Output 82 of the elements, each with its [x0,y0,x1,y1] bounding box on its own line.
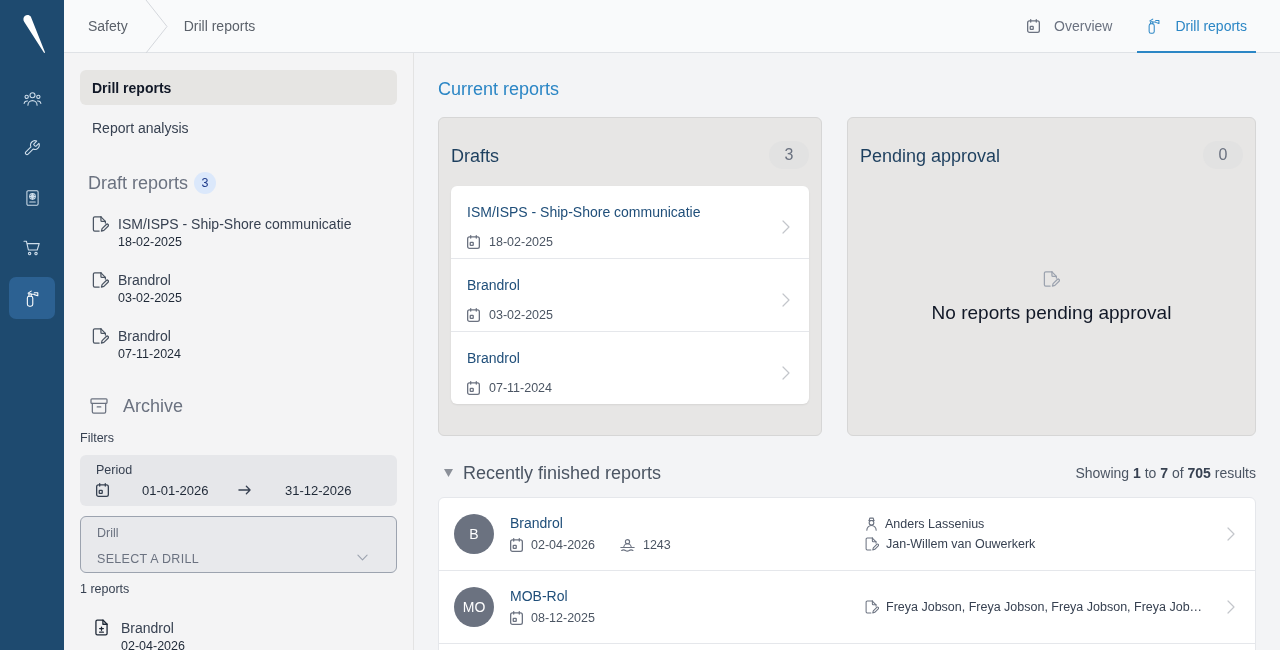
chevron-down-icon [357,553,368,561]
report-date: 03-02-2025 [489,307,553,322]
chevron-right-icon [782,365,790,380]
avatar: MO [454,587,494,627]
fire-extinguisher-icon [24,289,40,307]
cart-icon [23,240,41,256]
crew-count: 1243 [642,538,671,552]
arrow-right-icon [238,485,251,495]
results-summary: Showing 1 to 7 of 705 results [1075,465,1256,481]
collapse-toggle[interactable] [444,469,453,477]
tab[interactable]: Overview [1018,0,1122,53]
nav-item[interactable]: Report analysis [80,110,397,145]
person-name: Jan-Willem van Ouwerkerk [886,537,1036,551]
calendar-icon [467,307,480,322]
file-pencil-icon [92,272,109,288]
section-title: Recently finished reports [463,462,662,484]
avatar: B [454,514,494,554]
field-label: Period [96,462,133,478]
card-title: Pending approval [860,145,1001,167]
end-date: 31-12-2026 [285,482,352,498]
file-pencil-icon [92,216,109,232]
drill-select[interactable]: Drill SELECT A DRILL [80,516,397,573]
breadcrumb-link[interactable]: Drill reports [183,0,256,52]
report-title[interactable]: ISM/ISPS - Ship-Shore communicatie [467,203,701,229]
card-title: Drafts [451,145,499,167]
section-heading: Draft reports [88,172,189,194]
report-title[interactable]: Brandrol [121,619,174,637]
calendar-icon [467,380,480,395]
section-heading: Archive [123,395,184,417]
crew-icon [619,538,635,552]
report-date: 18-02-2025 [118,234,182,251]
chevron-right-icon [782,292,790,307]
report-title[interactable]: Brandrol [510,514,563,532]
report-title[interactable]: Brandrol [118,271,171,289]
section-title: Current reports [438,78,560,101]
rail-nav-button[interactable] [9,277,55,319]
document-icon [95,619,108,636]
drill-input[interactable]: SELECT A DRILL [97,550,207,567]
period-field[interactable]: Period 01-01-2026 31-12-2026 [80,455,397,506]
fire-extinguisher-icon [1146,17,1162,34]
person-name: Anders Lassenius [885,517,985,531]
report-title[interactable]: ISM/ISPS - Ship-Shore communicatie [118,215,352,233]
calendar-icon [467,234,480,249]
file-pencil-icon [865,600,879,614]
report-date: 07-11-2024 [489,380,552,395]
file-pencil-icon [92,328,109,344]
empty-message: No reports pending approval [931,301,1172,325]
passport-icon [25,190,39,206]
report-title[interactable]: Brandrol [118,327,171,345]
report-date: 02-04-2026 [531,538,595,552]
report-date: 18-02-2025 [489,234,553,249]
report-title[interactable]: Brandrol [467,349,520,375]
archive-box-icon [90,398,108,414]
report-date: 02-04-2026 [121,638,185,650]
person-cap-icon [865,517,878,531]
calendar-icon [1027,18,1041,33]
calendar-icon [96,483,109,497]
count-pill: 0 [1203,141,1243,169]
count-pill: 3 [769,141,809,169]
calendar-icon [510,611,523,625]
report-date: 07-11-2024 [118,346,181,363]
wrench-icon [24,140,40,156]
start-date: 01-01-2026 [142,482,209,498]
person-name: Freya Jobson, Freya Jobson, Freya Jobson, Freya Job… [886,600,1203,614]
report-date: 08-12-2025 [531,611,595,625]
chevron-right-icon [1227,527,1235,541]
nav-item[interactable]: Drill reports [80,70,397,105]
calendar-icon [510,538,523,552]
people-icon [22,90,42,106]
chevron-right-icon [1227,600,1235,614]
count-badge: 3 [194,172,217,194]
breadcrumb-link[interactable]: Safety [88,0,128,52]
result-count: 1 reports [80,581,130,597]
logo-icon [22,14,46,54]
filters-label: Filters [80,430,115,446]
file-pencil-icon [865,537,879,551]
report-date: 03-02-2025 [118,290,182,307]
field-label: Drill [97,525,119,542]
report-title[interactable]: Brandrol [467,276,520,302]
chevron-right-icon [782,219,790,234]
file-pencil-icon [1043,271,1060,287]
report-title[interactable]: MOB-Rol [510,587,568,605]
